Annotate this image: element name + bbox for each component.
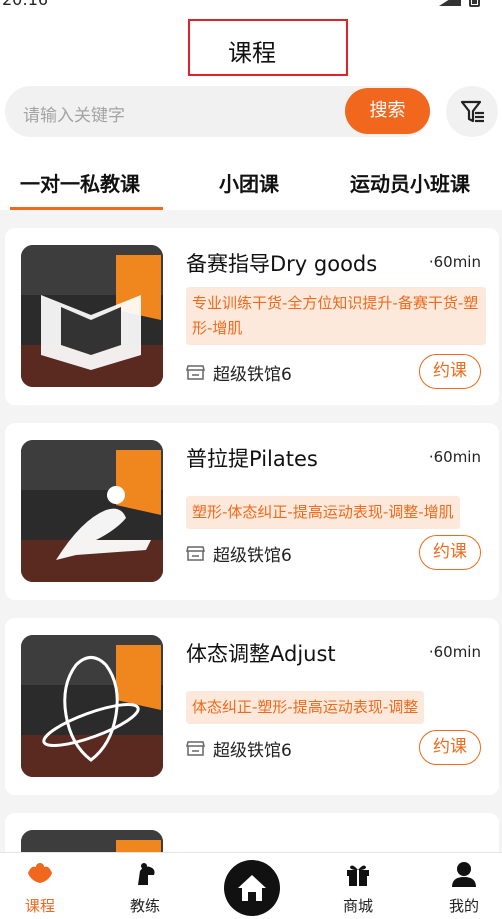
course-thumbnail [21,440,163,582]
muscle-icon [28,863,52,883]
nav-label: 教练 [129,897,160,915]
coach-icon [138,863,155,885]
book-button[interactable]: 约课 [419,354,481,389]
status-bar: 20:16 [0,0,502,10]
course-tags: 专业训练干货-全方位知识提升-备赛干货-塑形-增肌 [186,287,486,345]
location-text: 超级铁馆6 [213,741,292,761]
search-bar[interactable]: 请输入关键字 搜索 [5,86,430,137]
course-title: 备赛指导Dry goods [186,252,378,276]
nav-coaches[interactable]: 教练 [115,861,175,916]
course-card[interactable]: 普拉提Pilates ·60min 塑形-体态纠正-提高运动表现-调整-增肌 超… [5,423,499,600]
battery-icon [469,0,480,7]
filter-button[interactable] [446,86,498,137]
store-icon [186,546,205,561]
course-tags: 塑形-体态纠正-提高运动表现-调整-增肌 [186,496,460,529]
course-duration: ·60min [428,643,481,661]
search-button[interactable]: 搜索 [345,88,430,134]
nav-label: 我的 [448,897,479,915]
nav-profile[interactable]: 我的 [434,861,494,916]
course-tabs: 一对一私教课 小团课 运动员小班课 [0,160,502,210]
filter-icon [460,100,484,123]
home-icon [238,875,266,901]
course-thumbnail [21,245,163,387]
course-location: 超级铁馆6 [186,541,292,566]
location-text: 超级铁馆6 [213,546,292,566]
tab-one-on-one[interactable]: 一对一私教课 [20,168,140,197]
course-tags: 体态纠正-塑形-提高运动表现-调整 [186,691,425,724]
active-tab-indicator [10,207,163,210]
bottom-nav: 课程 教练 商城 我的 [0,852,502,919]
course-thumbnail [21,635,163,777]
store-icon [186,741,205,756]
tab-athlete-class[interactable]: 运动员小班课 [350,168,470,197]
tab-small-group[interactable]: 小团课 [219,168,279,197]
location-text: 超级铁馆6 [213,365,292,385]
course-card[interactable]: 体态调整Adjust ·60min 体态纠正-塑形-提高运动表现-调整 超级铁馆… [5,618,499,795]
nav-home-button[interactable] [224,860,280,916]
nav-courses[interactable]: 课程 [10,861,70,916]
user-icon [452,862,476,887]
nav-shop[interactable]: 商城 [328,861,388,916]
course-duration: ·60min [428,448,481,466]
course-location: 超级铁馆6 [186,736,292,761]
course-card[interactable]: 备赛指导Dry goods ·60min 专业训练干货-全方位知识提升-备赛干货… [5,228,499,405]
status-icons [439,0,480,7]
search-input[interactable]: 请输入关键字 [23,101,125,126]
course-title: 普拉提Pilates [186,447,318,471]
book-button[interactable]: 约课 [419,535,481,570]
signal-icon [439,0,461,6]
nav-label: 课程 [24,897,55,915]
course-duration: ·60min [428,253,481,271]
gift-icon [347,865,369,886]
status-time: 20:16 [2,0,48,9]
course-title: 体态调整Adjust [186,642,336,666]
page-title: 课程 [228,39,276,67]
store-icon [186,365,205,380]
book-button[interactable]: 约课 [419,730,481,765]
course-location: 超级铁馆6 [186,360,292,385]
nav-label: 商城 [342,897,373,915]
header: 课程 请输入关键字 搜索 一对一私教课 小团课 运动员小班课 [0,10,502,210]
page-title-box: 课程 [188,19,348,76]
